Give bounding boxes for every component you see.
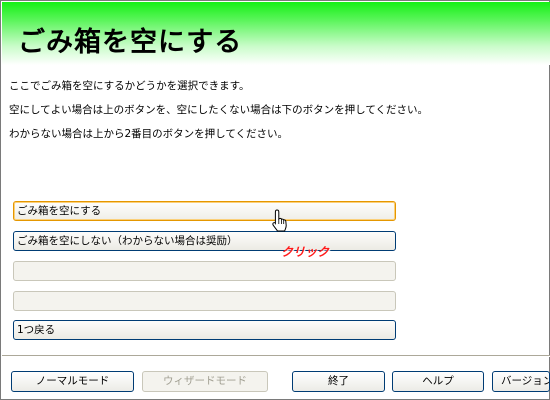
description-line-1: ここでごみ箱を空にするかどうかを選択できます。 — [9, 80, 250, 92]
click-annotation: クリック — [281, 245, 330, 259]
version-button[interactable]: バージョン — [492, 371, 550, 392]
empty-choice-button-4 — [13, 291, 396, 311]
go-back-button[interactable]: 1つ戻る — [13, 320, 396, 340]
hand-cursor-icon — [272, 209, 287, 232]
divider — [2, 355, 550, 357]
title-banner: ごみ箱を空にする — [2, 2, 550, 65]
help-button[interactable]: ヘルプ — [392, 371, 484, 392]
description-line-3: わからない場合は上から2番目のボタンを押してください。 — [9, 128, 289, 140]
page-title: ごみ箱を空にする — [18, 27, 243, 58]
app-window: ごみ箱を空にする ここでごみ箱を空にするかどうかを選択できます。 空にしてよい場… — [0, 0, 550, 400]
wizard-mode-button: ウィザードモード — [142, 371, 268, 392]
empty-choice-button-3 — [13, 261, 396, 281]
normal-mode-button[interactable]: ノーマルモード — [11, 371, 134, 392]
description-line-2: 空にしてよい場合は上のボタンを、空にしたくない場合は下のボタンを押してください。 — [9, 104, 429, 116]
empty-recycle-bin-button[interactable]: ごみ箱を空にする — [13, 201, 396, 221]
exit-button[interactable]: 終了 — [292, 371, 385, 392]
do-not-empty-recycle-bin-button[interactable]: ごみ箱を空にしない（わからない場合は奨励） — [13, 231, 396, 251]
